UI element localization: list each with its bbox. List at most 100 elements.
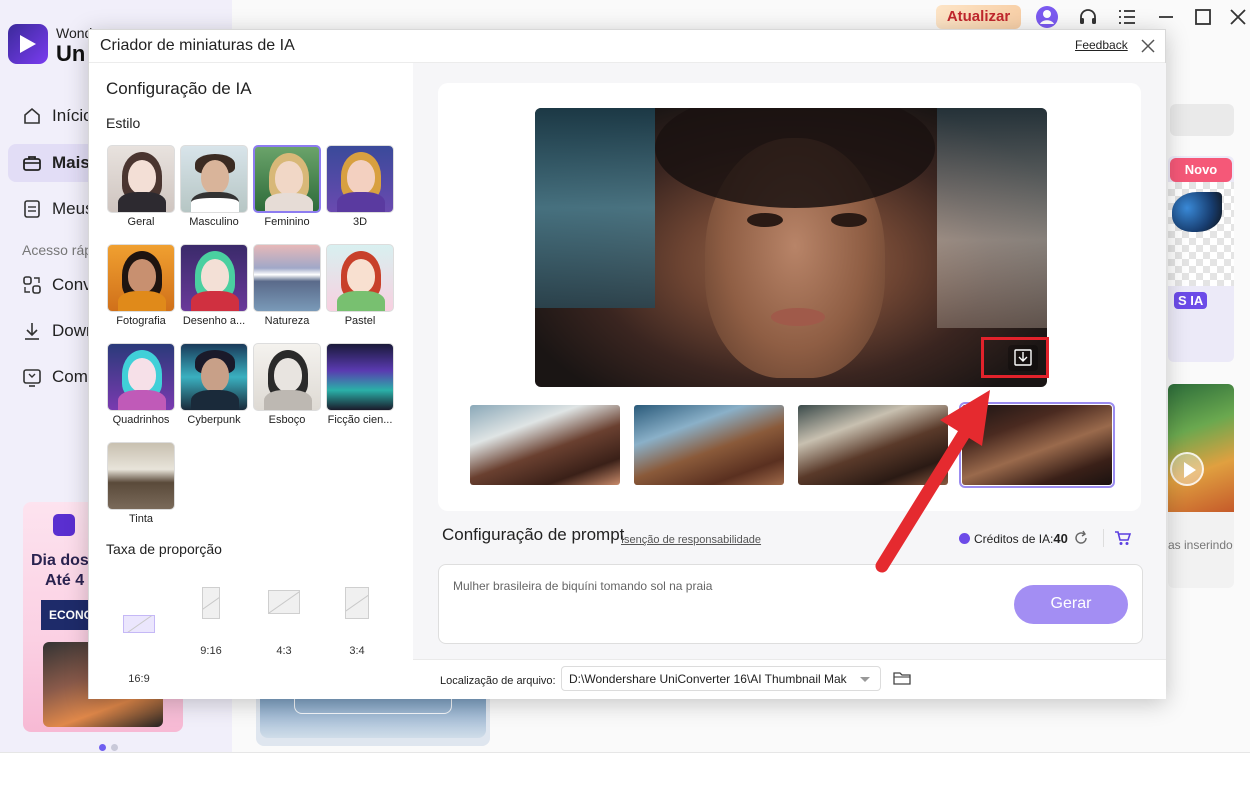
dialog-title: Criador de miniaturas de IA [100, 37, 295, 54]
style-label: 3D [352, 216, 368, 228]
ratio-option-16-9[interactable]: 16:9 [115, 615, 163, 685]
brand-name-line2: Un [56, 41, 86, 66]
variant-thumbnail-3[interactable] [798, 405, 948, 485]
ratio-3-4-icon [345, 587, 369, 619]
ratio-option-9-16[interactable]: 9:16 [187, 587, 235, 657]
aspect-ratio-label: Taxa de proporção [106, 541, 222, 557]
minimize-icon[interactable] [1156, 7, 1176, 27]
style-option-3d[interactable]: 3D [326, 145, 394, 228]
ai-credits: Créditos de IA:40 [959, 531, 1068, 546]
close-window-icon[interactable] [1228, 7, 1248, 27]
style-option-geral[interactable]: Geral [107, 145, 175, 228]
carousel-dot[interactable] [111, 744, 118, 751]
style-label: Feminino [264, 216, 310, 228]
ratio-16-9-icon [123, 615, 155, 633]
style-option-feminino[interactable]: Feminino [253, 145, 321, 228]
style-label: Pastel [344, 315, 376, 327]
puppy-image [1168, 384, 1234, 512]
files-icon [24, 200, 40, 218]
ratio-9-16-icon [202, 587, 220, 619]
style-label: Quadrinhos [112, 414, 170, 426]
close-icon[interactable] [1139, 37, 1157, 55]
quick-access-label: Acesso ráp [22, 242, 93, 258]
portrait-eye [747, 213, 783, 227]
style-option-quadrinhos[interactable]: Quadrinhos [107, 343, 175, 426]
variant-thumbnail-1[interactable] [470, 405, 620, 485]
style-label: Cyberpunk [187, 414, 241, 426]
file-location-label: Localização de arquivo: [440, 675, 556, 687]
prompt-input-box[interactable]: Mulher brasileira de biquíni tomando sol… [438, 564, 1143, 644]
play-icon[interactable] [1170, 452, 1204, 486]
feature-card-sky[interactable] [256, 698, 490, 746]
carousel-dot[interactable] [99, 744, 106, 751]
download-icon[interactable] [1008, 345, 1038, 371]
style-option-natureza[interactable]: Natureza [253, 244, 321, 327]
ai-settings-title: Configuração de IA [106, 79, 252, 98]
style-option-esboco[interactable]: Esboço [253, 343, 321, 426]
disclaimer-link[interactable]: Isenção de responsabilidade [621, 534, 761, 546]
portrait-hair [655, 108, 935, 208]
ai-badge: S IA [1174, 292, 1208, 309]
avatar-icon[interactable] [1035, 5, 1059, 29]
search-bar[interactable] [1170, 104, 1234, 136]
generate-button[interactable]: Gerar [1014, 585, 1128, 624]
upgrade-button[interactable]: Atualizar [936, 5, 1021, 29]
feature-card-button[interactable] [294, 698, 452, 714]
portrait-lips [771, 308, 825, 326]
chevron-down-icon [860, 677, 870, 682]
style-label: Desenho a... [182, 315, 246, 327]
prompt-input[interactable]: Mulher brasileira de biquíni tomando sol… [453, 579, 712, 593]
credits-icon [959, 533, 970, 544]
download-icon [25, 323, 39, 340]
background-beach [937, 108, 1047, 328]
toolbox-icon [23, 156, 41, 171]
style-label: Estilo [106, 115, 141, 131]
feature-card-background-remover[interactable]: Novo S IA [1168, 156, 1234, 362]
sidebar-item-label: Início [52, 106, 93, 125]
preview-card [438, 83, 1141, 511]
credits-label: Créditos de IA: [974, 532, 1054, 546]
style-label: Esboço [268, 414, 306, 426]
menu-icon[interactable] [1117, 7, 1137, 27]
ai-thumbnail-maker-dialog: Criador de miniaturas de IA Feedback Con… [88, 29, 1166, 699]
style-option-pastel[interactable]: Pastel [326, 244, 394, 327]
maximize-icon[interactable] [1193, 7, 1213, 27]
ratio-label: 4:3 [276, 645, 292, 657]
home-icon [24, 107, 40, 124]
convert-icon [23, 276, 41, 294]
butterfly-image [1172, 192, 1222, 232]
style-label: Natureza [264, 315, 310, 327]
style-option-fotografia[interactable]: Fotografia [107, 244, 175, 327]
ratio-option-3-4[interactable]: 3:4 [333, 587, 381, 657]
preview-panel: Configuração de prompt Isenção de respon… [413, 63, 1166, 699]
feature-card-video[interactable]: as inserindo [1168, 384, 1234, 588]
background-sea [535, 108, 655, 308]
quick-item-label: Conv [52, 275, 92, 294]
style-option-masculino[interactable]: Masculino [180, 145, 248, 228]
new-badge: Novo [1170, 158, 1232, 182]
ratio-option-4-3[interactable]: 4:3 [260, 590, 308, 657]
file-location-value: D:\Wondershare UniConverter 16\AI Thumbn… [569, 672, 847, 686]
variant-thumbnail-4[interactable] [959, 402, 1115, 488]
ratio-label: 16:9 [128, 673, 150, 685]
compress-icon [23, 369, 41, 387]
ratio-label: 9:16 [200, 645, 222, 657]
style-label: Masculino [189, 216, 239, 228]
generated-thumbnail-preview [535, 108, 1047, 387]
refresh-icon[interactable] [1073, 530, 1089, 546]
file-location-select[interactable]: D:\Wondershare UniConverter 16\AI Thumbn… [561, 666, 881, 691]
feedback-link[interactable]: Feedback [1075, 38, 1128, 52]
style-label: Geral [127, 216, 155, 228]
cart-icon[interactable] [1114, 530, 1131, 546]
promo-subline: Até 4 [45, 572, 85, 589]
style-option-ficcao-cientifica[interactable]: Ficção cien... [326, 343, 394, 426]
style-label: Fotografia [116, 315, 166, 327]
style-option-tinta[interactable]: Tinta [107, 442, 175, 525]
app-logo [8, 24, 48, 64]
style-option-cyberpunk[interactable]: Cyberpunk [180, 343, 248, 426]
style-option-desenho[interactable]: Desenho a... [180, 244, 248, 327]
variant-thumbnail-2[interactable] [634, 405, 784, 485]
headset-icon[interactable] [1078, 7, 1098, 27]
ratio-4-3-icon [268, 590, 300, 614]
folder-icon[interactable] [893, 670, 911, 686]
